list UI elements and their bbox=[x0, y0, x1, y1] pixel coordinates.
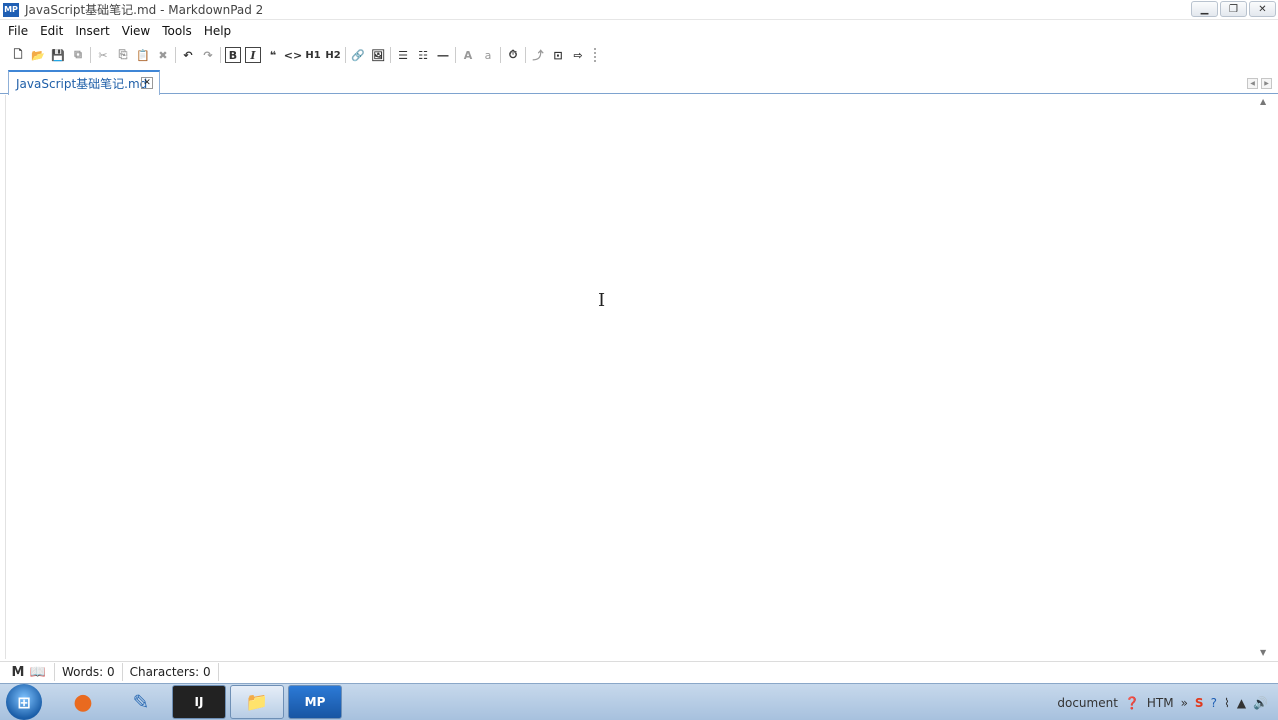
timestamp-icon[interactable]: ⏱ bbox=[503, 45, 523, 65]
italic-icon[interactable]: I bbox=[245, 47, 261, 63]
status-separator bbox=[121, 663, 123, 681]
toolbar-grip[interactable] bbox=[590, 48, 596, 62]
bold-icon[interactable]: B bbox=[225, 47, 241, 63]
vertical-scrollbar[interactable]: ▲ ▼ bbox=[1258, 95, 1270, 659]
volume-icon[interactable]: 🔊 bbox=[1253, 696, 1268, 710]
restore-button[interactable]: ❐ bbox=[1220, 1, 1247, 17]
editor-pane bbox=[5, 95, 1260, 659]
app-logo-icon: MP bbox=[3, 2, 19, 17]
link-icon[interactable]: 🔗 bbox=[348, 45, 368, 65]
new-document-icon[interactable]: 🗋 bbox=[8, 45, 28, 65]
tab-scroll-left-icon[interactable]: ◀ bbox=[1247, 78, 1258, 89]
code-icon[interactable]: <> bbox=[283, 45, 303, 65]
minimize-button[interactable]: ▁ bbox=[1191, 1, 1218, 17]
toolbar-separator bbox=[455, 47, 456, 63]
undo-icon[interactable]: ↶ bbox=[178, 45, 198, 65]
markdownpad-window: MP JavaScript基础笔记.md - MarkdownPad 2 ▁ ❐… bbox=[0, 0, 1278, 720]
numbered-list-icon[interactable]: ☷ bbox=[413, 45, 433, 65]
quote-icon[interactable]: ❝ bbox=[263, 45, 283, 65]
cut-icon[interactable]: ✂ bbox=[93, 45, 113, 65]
toggle-icon[interactable]: ⤴ bbox=[528, 45, 548, 65]
menu-view[interactable]: View bbox=[116, 21, 156, 41]
chevron-icon[interactable]: » bbox=[1181, 696, 1188, 710]
lowercase-icon[interactable]: a bbox=[478, 45, 498, 65]
word-count: Words: 0 bbox=[62, 665, 115, 679]
markdownpad-app-icon[interactable]: MP bbox=[288, 685, 342, 719]
redo-icon[interactable]: ↷ bbox=[198, 45, 218, 65]
toolbar-separator bbox=[175, 47, 176, 63]
copy-icon[interactable]: ⎘ bbox=[113, 45, 133, 65]
status-bar: M 📖 Words: 0 Characters: 0 bbox=[0, 661, 1278, 682]
scroll-down-icon[interactable]: ▼ bbox=[1260, 648, 1266, 657]
tab-strip: JavaScript基础笔记.md ✕ ◀ ▶ bbox=[0, 68, 1278, 95]
tab-document-label: JavaScript基础笔记.md bbox=[16, 77, 148, 91]
export-icon[interactable]: ⇨ bbox=[568, 45, 588, 65]
book-icon[interactable]: 📖 bbox=[29, 664, 47, 680]
text-cursor-icon: I bbox=[598, 290, 606, 311]
image-icon[interactable]: 🖼 bbox=[368, 45, 388, 65]
taskbar: ⊞ ● ✎ IJ 📁 MP document ❓ HTM » S ? ⌇ ▲ 🔊 bbox=[0, 683, 1278, 720]
markdown-mode-icon[interactable]: M bbox=[9, 664, 27, 680]
help-bubble-icon[interactable]: ❓ bbox=[1125, 696, 1140, 710]
tray-language-label[interactable]: HTM bbox=[1147, 696, 1174, 710]
toolbar-separator bbox=[345, 47, 346, 63]
heading2-icon[interactable]: H2 bbox=[323, 45, 343, 65]
save-icon[interactable]: 💾 bbox=[48, 45, 68, 65]
menu-edit[interactable]: Edit bbox=[34, 21, 69, 41]
help-icon[interactable]: ? bbox=[1211, 696, 1217, 710]
status-separator bbox=[54, 663, 55, 681]
toolbar-separator bbox=[90, 47, 91, 63]
horizontal-rule-icon[interactable]: ― bbox=[433, 45, 453, 65]
window-controls: ▁ ❐ ✕ bbox=[1191, 1, 1276, 17]
open-folder-icon[interactable]: 📂 bbox=[28, 45, 48, 65]
toolbar-separator bbox=[390, 47, 391, 63]
status-separator bbox=[217, 663, 219, 681]
toolbar: 🗋 📂 💾 ⧉ ✂ ⎘ 📋 ✖ ↶ ↷ B I ❝ <> H1 H2 🔗 🖼 ☰… bbox=[0, 44, 1278, 66]
toolbar-separator bbox=[500, 47, 501, 63]
save-all-icon[interactable]: ⧉ bbox=[68, 45, 88, 65]
tray-document-label: document bbox=[1057, 695, 1118, 710]
explorer-app-icon[interactable]: 📁 bbox=[230, 685, 284, 719]
scroll-up-icon[interactable]: ▲ bbox=[1260, 97, 1266, 106]
tab-document[interactable]: JavaScript基础笔记.md ✕ bbox=[8, 70, 160, 95]
paste-icon[interactable]: 📋 bbox=[133, 45, 153, 65]
window-title: JavaScript基础笔记.md - MarkdownPad 2 bbox=[25, 3, 264, 17]
tab-close-icon[interactable]: ✕ bbox=[141, 77, 153, 89]
close-button[interactable]: ✕ bbox=[1249, 1, 1276, 17]
heading1-icon[interactable]: H1 bbox=[303, 45, 323, 65]
title-bar: MP JavaScript基础笔记.md - MarkdownPad 2 ▁ ❐… bbox=[0, 0, 1278, 20]
uppercase-icon[interactable]: A bbox=[458, 45, 478, 65]
color-app-icon[interactable]: ● bbox=[56, 685, 110, 719]
preview-icon[interactable]: ⊡ bbox=[548, 45, 568, 65]
menu-file[interactable]: File bbox=[2, 21, 34, 41]
intellij-app-icon[interactable]: IJ bbox=[172, 685, 226, 719]
menu-bar: File Edit Insert View Tools Help bbox=[0, 21, 1278, 41]
system-tray: document ❓ HTM » S ? ⌇ ▲ 🔊 bbox=[1057, 684, 1278, 720]
menu-help[interactable]: Help bbox=[198, 21, 237, 41]
start-button[interactable]: ⊞ bbox=[6, 684, 42, 720]
character-count: Characters: 0 bbox=[129, 665, 211, 679]
tray-expand-icon[interactable]: ▲ bbox=[1237, 696, 1246, 710]
toolbar-separator bbox=[220, 47, 221, 63]
tab-scroll-right-icon[interactable]: ▶ bbox=[1261, 78, 1272, 89]
delete-icon[interactable]: ✖ bbox=[153, 45, 173, 65]
menu-tools[interactable]: Tools bbox=[156, 21, 198, 41]
menu-insert[interactable]: Insert bbox=[69, 21, 115, 41]
network-icon[interactable]: ⌇ bbox=[1224, 696, 1230, 710]
bullet-list-icon[interactable]: ☰ bbox=[393, 45, 413, 65]
sogou-input-icon[interactable]: S bbox=[1195, 696, 1204, 710]
markdown-editor[interactable] bbox=[6, 95, 1260, 659]
paint-app-icon[interactable]: ✎ bbox=[114, 685, 168, 719]
toolbar-separator bbox=[525, 47, 526, 63]
